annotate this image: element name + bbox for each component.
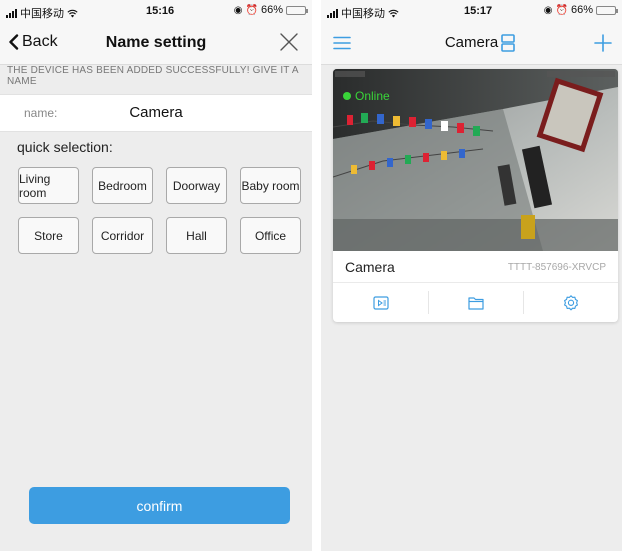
clock: 15:17 (464, 5, 493, 17)
playback-icon (372, 295, 389, 310)
battery-icon (596, 5, 618, 15)
nav-bar: Camera (321, 22, 622, 65)
name-field[interactable]: name: Camera (0, 94, 312, 132)
signal-icon (6, 8, 17, 18)
quick-option-hall[interactable]: Hall (166, 217, 227, 254)
quick-option-living-room[interactable]: Living room (18, 167, 79, 204)
status-bar: 中国移动 15:16 ◉ ⏰ 66% (0, 0, 312, 22)
page-title: Camera (321, 34, 622, 51)
close-icon[interactable] (278, 31, 300, 53)
online-status: Online (343, 89, 390, 103)
files-button[interactable] (428, 283, 523, 322)
battery-icon (286, 5, 308, 15)
wifi-icon (67, 9, 78, 18)
device-actions (333, 283, 618, 322)
quick-option-bedroom[interactable]: Bedroom (92, 167, 153, 204)
battery-percent: 66% (570, 4, 593, 16)
quick-option-baby-room[interactable]: Baby room (240, 167, 301, 204)
osd-label-block (335, 71, 365, 77)
wifi-icon (388, 9, 399, 18)
settings-gear-icon (563, 294, 578, 310)
settings-button[interactable] (523, 283, 618, 322)
quick-option-store[interactable]: Store (18, 217, 79, 254)
carrier-label: 中国移动 (341, 8, 385, 20)
layout-toggle-icon[interactable] (501, 34, 515, 52)
device-name: Camera (345, 259, 395, 275)
battery-percent: 66% (260, 4, 283, 16)
name-setting-screen: 中国移动 15:16 ◉ ⏰ 66% Back Name setting THE… (0, 0, 312, 551)
page-title-text: Camera (444, 34, 499, 51)
carrier-label: 中国移动 (20, 8, 64, 20)
success-notice: THE DEVICE HAS BEEN ADDED SUCCESSFULLY! … (7, 65, 299, 87)
clock: 15:16 (146, 5, 175, 17)
confirm-button[interactable]: confirm (29, 487, 290, 524)
signal-icon (327, 8, 338, 18)
alarm-icon: ⏰ (245, 4, 258, 16)
page-title: Name setting (105, 34, 207, 51)
device-card[interactable]: Online Camera TTTT-857696-XRVCP (333, 69, 618, 322)
playback-button[interactable] (333, 283, 428, 322)
quick-option-office[interactable]: Office (240, 217, 301, 254)
alarm-icon: ⏰ (555, 4, 568, 16)
quick-option-corridor[interactable]: Corridor (92, 217, 153, 254)
camera-list-screen: 中国移动 15:17 ◉ ⏰ 66% Camera Online Camera … (321, 0, 622, 551)
status-bar: 中国移动 15:17 ◉ ⏰ 66% (321, 0, 622, 22)
folder-icon (467, 296, 484, 310)
online-dot-icon (343, 92, 351, 100)
name-input[interactable]: Camera (0, 104, 312, 121)
quick-selection-grid: Living room Bedroom Doorway Baby room St… (18, 167, 301, 254)
online-label: Online (355, 89, 390, 103)
device-id: TTTT-857696-XRVCP (507, 262, 606, 273)
osd-timestamp-block (547, 71, 615, 77)
add-device-icon[interactable] (594, 34, 612, 52)
quick-selection-label: quick selection: (17, 139, 113, 155)
nav-bar: Back Name setting (0, 22, 312, 65)
lock-rotation-icon: ◉ (543, 4, 553, 16)
quick-option-doorway[interactable]: Doorway (166, 167, 227, 204)
lock-rotation-icon: ◉ (233, 4, 243, 16)
